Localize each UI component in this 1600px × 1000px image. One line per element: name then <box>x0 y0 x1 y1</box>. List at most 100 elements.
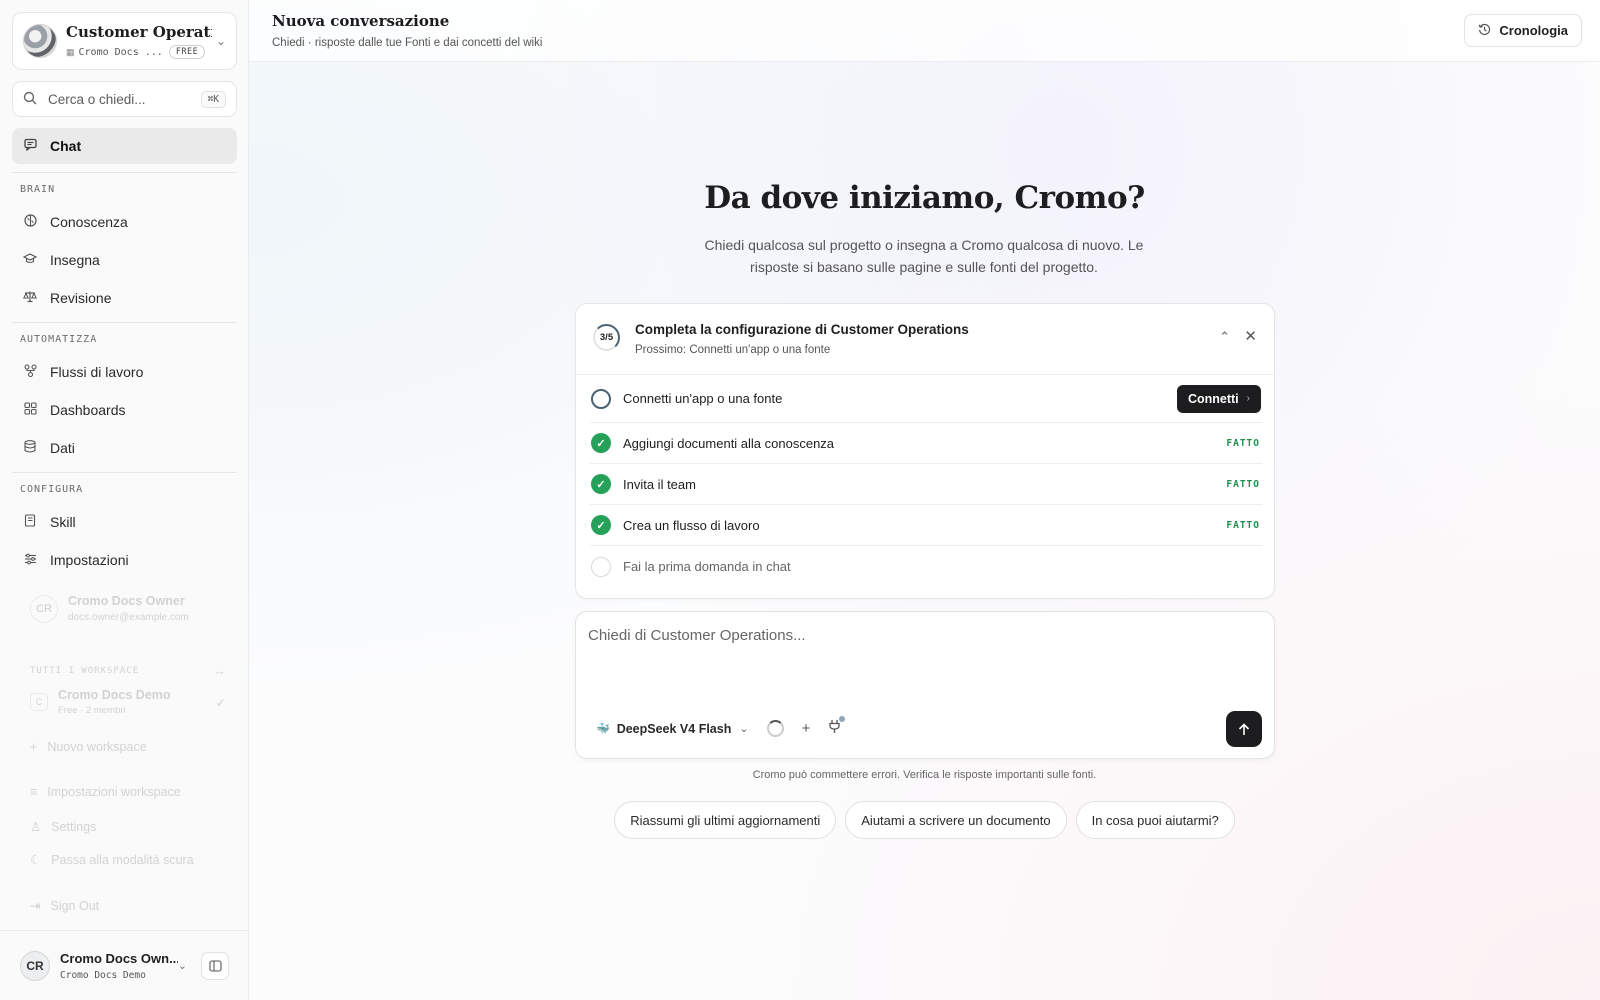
setup-step: Fai la prima domanda in chat <box>590 546 1262 587</box>
arrow-right-icon: → <box>213 664 227 678</box>
step-todo-icon <box>591 556 611 577</box>
search-placeholder: Cerca o chiedi... <box>48 91 146 107</box>
sidebar-item-label: Chat <box>50 138 82 154</box>
scale-icon <box>22 290 38 306</box>
suggestion-chip[interactable]: Riassumi gli ultimi aggiornamenti <box>614 801 837 839</box>
plug-icon[interactable] <box>828 716 846 738</box>
suggestion-chip[interactable]: Aiutami a scrivere un documento <box>845 801 1067 839</box>
check-circle-icon: ✓ <box>591 474 611 494</box>
settings-item[interactable]: ♙ Settings <box>30 819 97 835</box>
sidebar-item-dati[interactable]: Dati <box>12 430 237 466</box>
setup-step: ✓ Aggiungi documenti alla conoscenza FAT… <box>590 423 1262 464</box>
workspace-name: Customer Operati... <box>66 23 212 41</box>
model-name: DeepSeek V4 Flash <box>616 721 732 736</box>
check-icon: ✓ <box>215 695 226 710</box>
sign-out-item[interactable]: ⇥ Sign Out <box>30 898 99 914</box>
all-workspaces-label: TUTTI I WORKSPACE <box>30 666 140 676</box>
settings-label: Settings <box>51 819 97 834</box>
workspace-logo <box>23 24 57 58</box>
sidebar-item-flussi[interactable]: Flussi di lavoro <box>12 354 237 390</box>
page-subtitle: Chiedi · risposte dalle tue Fonti e dai … <box>272 37 543 49</box>
step-label: Crea un flusso di lavoro <box>623 517 760 533</box>
sidebar-item-label: Insegna <box>50 252 100 268</box>
hero-subtitle: Chiedi qualcosa sul progetto o insegna a… <box>704 237 1144 275</box>
step-status: FATTO <box>1226 478 1260 490</box>
history-icon <box>1478 23 1491 39</box>
sign-out-icon: ⇥ <box>30 899 41 913</box>
new-workspace-label: Nuovo workspace <box>47 740 147 754</box>
grid-icon: ▦ <box>66 46 75 57</box>
divider <box>12 172 237 173</box>
sidebar-item-dashboards[interactable]: Dashboards <box>12 392 237 428</box>
setup-header: 3/5 Completa la configurazione di Custom… <box>576 304 1274 375</box>
sidebar-item-skill[interactable]: Skill <box>12 504 237 540</box>
workspace-settings-item[interactable]: ≡ Impostazioni workspace <box>30 785 181 799</box>
workflow-icon <box>23 364 37 380</box>
step-label: Fai la prima domanda in chat <box>623 559 791 574</box>
avatar: CR <box>30 594 58 623</box>
workspace-initial: C <box>30 693 48 711</box>
sidebar-item-conoscenza[interactable]: Conoscenza <box>12 204 237 240</box>
send-button[interactable] <box>1226 711 1262 747</box>
workspace-option-meta: Free · 2 membri <box>58 705 126 716</box>
workspace-option[interactable]: C Cromo Docs Demo Free · 2 membri ✓ <box>30 688 226 716</box>
search-shortcut: ⌘K <box>200 90 226 108</box>
history-button[interactable]: Cronologia <box>1464 14 1582 47</box>
moon-icon: ☾ <box>30 853 42 867</box>
step-status: FATTO <box>1226 519 1260 531</box>
sidebar-item-impostazioni[interactable]: Impostazioni <box>12 542 237 578</box>
all-workspaces-header[interactable]: TUTTI I WORKSPACE → <box>30 664 226 678</box>
close-icon[interactable]: ✕ <box>1244 327 1257 345</box>
brain-icon <box>23 214 37 230</box>
user-bar[interactable]: CR Cromo Docs Own... Cromo Docs Demo ⌄ <box>0 930 249 1000</box>
history-label: Cronologia <box>1499 23 1568 38</box>
composer-toolbar: 🐳 DeepSeek V4 Flash ⌄ + <box>596 716 846 738</box>
search-icon <box>23 91 39 108</box>
sidebar-item-chat[interactable]: Chat <box>12 128 237 164</box>
account-menu: CR Cromo Docs Owner docs.owner@example.c… <box>14 590 234 930</box>
hero-title: Da dove iniziamo, Cromo? <box>704 180 1145 216</box>
account-email: docs.owner@example.com <box>68 612 189 623</box>
chevron-updown-icon: ⌄ <box>215 34 226 48</box>
progress-ring: 3/5 <box>593 324 620 351</box>
setup-step: ✓ Crea un flusso di lavoro FATTO <box>590 505 1262 546</box>
chevron-right-icon: › <box>1246 393 1250 404</box>
sidebar-item-label: Flussi di lavoro <box>50 364 144 380</box>
sidebar-item-label: Conoscenza <box>50 214 128 230</box>
connect-button[interactable]: Connetti › <box>1176 384 1261 413</box>
sidebar-item-revisione[interactable]: Revisione <box>12 280 237 316</box>
plan-badge: FREE <box>168 45 206 59</box>
workspace-org: Cromo Docs ... <box>78 46 163 58</box>
model-logo-icon: 🐳 <box>596 723 610 735</box>
suggestion-chip[interactable]: In cosa puoi aiutarmi? <box>1075 801 1235 839</box>
collapse-sidebar-button[interactable] <box>201 951 229 980</box>
dark-mode-label: Passa alla modalità scura <box>51 852 194 867</box>
chat-composer[interactable]: Chiedi di Customer Operations... 🐳 DeepS… <box>575 611 1275 759</box>
chevron-down-icon: ⌄ <box>177 960 187 972</box>
plus-icon[interactable]: + <box>802 720 811 737</box>
suggestion-chips: Riassumi gli ultimi aggiornamenti Aiutam… <box>249 801 1600 839</box>
dark-mode-item[interactable]: ☾ Passa alla modalità scura <box>30 852 194 868</box>
search-input[interactable]: Cerca o chiedi... ⌘K <box>12 81 237 117</box>
book-icon <box>23 514 37 530</box>
sidebar-item-insegna[interactable]: Insegna <box>12 242 237 278</box>
sidebar: Customer Operati... ▦ Cromo Docs ... FRE… <box>0 0 249 1000</box>
chat-input[interactable]: Chiedi di Customer Operations... <box>588 627 806 644</box>
workspace-switcher[interactable]: Customer Operati... ▦ Cromo Docs ... FRE… <box>12 12 237 70</box>
step-label: Aggiungi documenti alla conoscenza <box>623 435 835 451</box>
check-circle-icon: ✓ <box>591 515 611 535</box>
disclaimer: Cromo può commettere errori. Verifica le… <box>752 769 1097 781</box>
sliders-icon: ≡ <box>30 785 38 799</box>
new-workspace-item[interactable]: + Nuovo workspace <box>30 740 147 754</box>
setup-title: Completa la configurazione di Customer O… <box>635 322 969 337</box>
divider <box>12 472 237 473</box>
workspace-option-name: Cromo Docs Demo <box>58 688 171 702</box>
chevron-up-icon[interactable]: ⌃ <box>1219 329 1230 345</box>
user-org: Cromo Docs Demo <box>60 969 146 981</box>
section-label-automatizza: AUTOMATIZZA <box>20 334 98 345</box>
model-selector[interactable]: 🐳 DeepSeek V4 Flash ⌄ <box>596 722 749 736</box>
user-icon: ♙ <box>30 820 42 834</box>
sliders-icon <box>23 553 37 568</box>
progress-label: 3/5 <box>599 332 614 343</box>
step-label: Connetti un'app o una fonte <box>623 391 783 406</box>
